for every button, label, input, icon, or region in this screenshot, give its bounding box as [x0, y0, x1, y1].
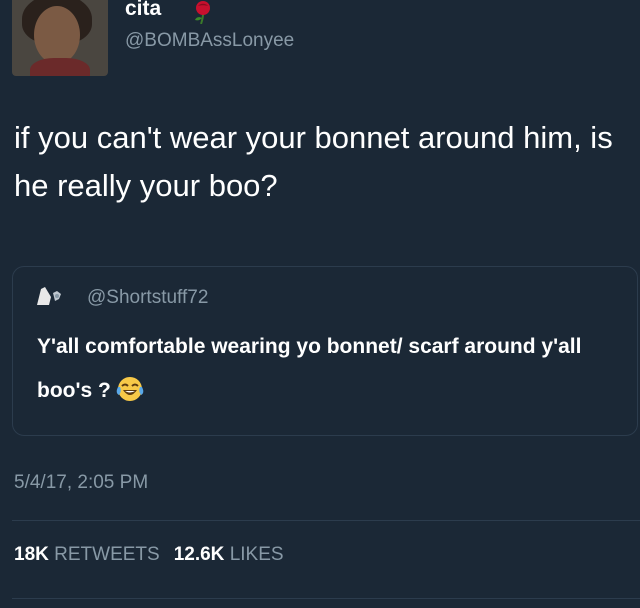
avatar-shirt — [30, 58, 90, 76]
quoted-tweet-card[interactable]: @Shortstuff72 Y'all comfortable wearing … — [12, 266, 638, 436]
tears-of-joy-emoji-icon — [116, 377, 144, 401]
tweet-stats: 18K RETWEETS 12.6K LIKES — [14, 544, 284, 566]
retweets-count: 18K — [14, 544, 49, 565]
quoted-handle[interactable]: @Shortstuff72 — [87, 287, 208, 309]
likes-count: 12.6K — [173, 544, 225, 565]
retweets-stat[interactable]: 18K RETWEETS — [14, 544, 160, 565]
author-avatar[interactable] — [12, 0, 108, 76]
rose-icon — [195, 1, 210, 24]
quoted-text-container: Y'all comfortable wearing yo bonnet/ sca… — [37, 325, 627, 413]
quoted-avatar-icon — [37, 287, 61, 305]
divider-bottom — [12, 598, 640, 599]
divider-top — [12, 520, 640, 521]
likes-stat[interactable]: 12.6K LIKES — [174, 544, 284, 565]
author-name[interactable]: cita — [125, 0, 161, 21]
avatar-face — [34, 6, 80, 64]
tweet-text: if you can't wear your bonnet around him… — [14, 120, 613, 203]
tweet-timestamp[interactable]: 5/4/17, 2:05 PM — [14, 472, 148, 494]
author-handle[interactable]: @BOMBAssLonyee — [125, 30, 294, 52]
retweets-label: RETWEETS — [54, 544, 160, 565]
likes-label: LIKES — [229, 544, 284, 565]
